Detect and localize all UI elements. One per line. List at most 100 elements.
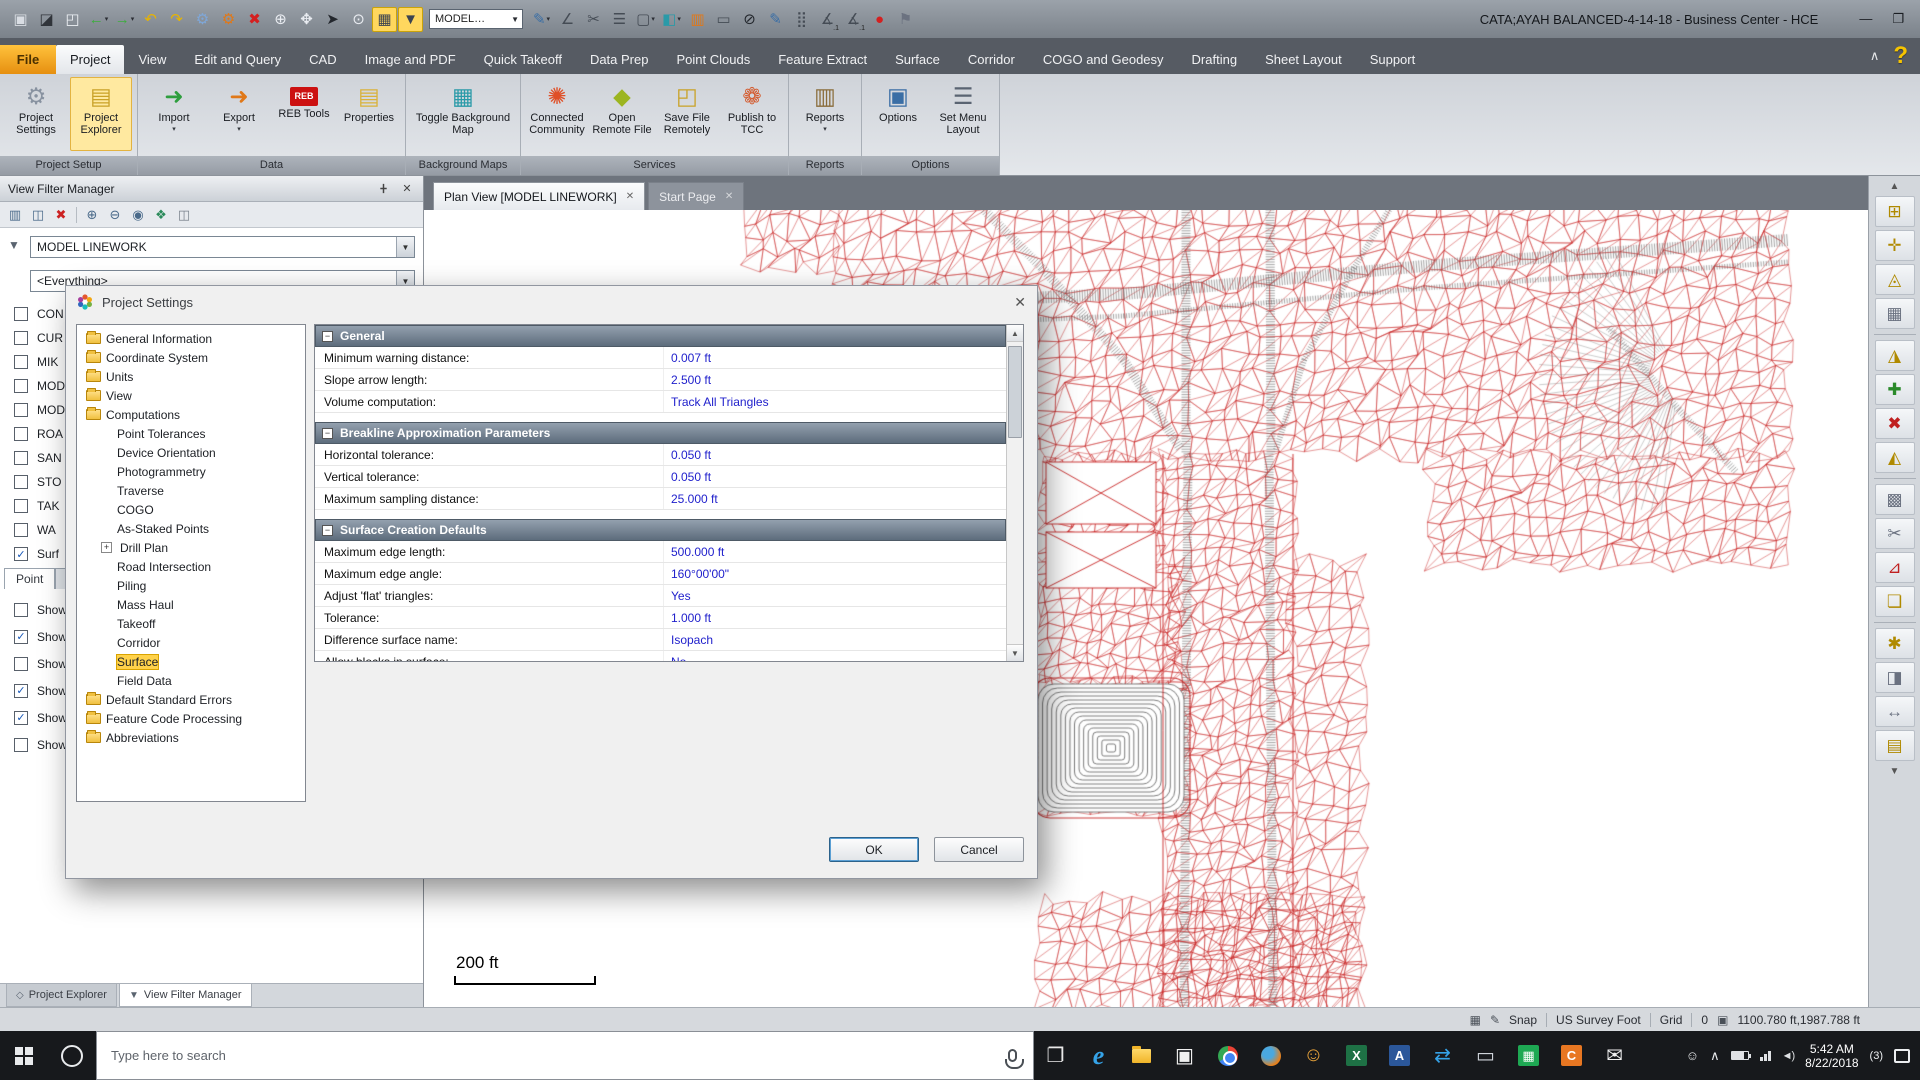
triangle-dot-icon[interactable]: ◬ <box>1875 264 1915 295</box>
collapse-ribbon-icon[interactable]: ∧ <box>1870 48 1880 64</box>
tree-item-coordinate-system[interactable]: Coordinate System <box>77 348 305 367</box>
ribbon-tab-surface[interactable]: Surface <box>881 45 954 74</box>
back-icon[interactable]: ↶ <box>138 7 163 32</box>
remote-desktop-icon[interactable]: ▭ <box>1464 1031 1507 1080</box>
checkbox[interactable] <box>14 499 28 513</box>
checkbox[interactable] <box>14 403 28 417</box>
volume-icon[interactable]: ◄) <box>1782 1050 1795 1062</box>
table-scrollbar[interactable]: ▲ ▼ <box>1006 325 1023 661</box>
new-project-icon[interactable]: ▣ <box>8 7 33 32</box>
ribbon-button-properties[interactable]: ▤Properties <box>338 77 400 151</box>
burst-icon[interactable]: ✱ <box>1875 628 1915 659</box>
battery-icon[interactable] <box>1731 1051 1749 1060</box>
ribbon-button-connected-community[interactable]: ✺Connected Community <box>526 77 588 151</box>
checkbox[interactable]: ✓ <box>14 547 28 561</box>
panel-tab-project-explorer[interactable]: ◇Project Explorer <box>6 984 117 1007</box>
view-filter-combo[interactable]: MODEL…▼ <box>429 9 523 29</box>
section-header-general[interactable]: −General <box>315 325 1006 347</box>
ribbon-tab-feature-extract[interactable]: Feature Extract <box>764 45 881 74</box>
setting-value[interactable]: 500.000 ft <box>663 541 1006 562</box>
tree-item-surface[interactable]: Surface <box>77 652 305 671</box>
ribbon-tab-drafting[interactable]: Drafting <box>1178 45 1252 74</box>
pan-icon[interactable]: ✥ <box>294 7 319 32</box>
ribbon-button-open-remote-file[interactable]: ◆Open Remote File <box>591 77 653 151</box>
store-icon[interactable]: ▣ <box>1163 1031 1206 1080</box>
keyin-list-icon[interactable]: ☰ <box>607 7 632 32</box>
checkbox[interactable] <box>14 657 28 671</box>
tree-item-photogrammetry[interactable]: Photogrammetry <box>77 462 305 481</box>
boundary-icon[interactable]: ❏ <box>1875 586 1915 617</box>
close-tab-icon[interactable]: ✕ <box>626 191 634 202</box>
firefox-icon[interactable] <box>1249 1031 1292 1080</box>
scroll-down-icon[interactable]: ▼ <box>1007 644 1023 661</box>
view-filter-toggle-icon[interactable]: ▦ <box>372 7 397 32</box>
tree-item-cogo[interactable]: COGO <box>77 500 305 519</box>
ribbon-button-project-settings[interactable]: ⚙Project Settings <box>5 77 67 151</box>
edit-icon[interactable]: ✎ <box>1490 1013 1500 1027</box>
setting-value[interactable]: Yes <box>663 585 1006 606</box>
ribbon-tab-support[interactable]: Support <box>1356 45 1430 74</box>
tree-item-general-information[interactable]: General Information <box>77 329 305 348</box>
tree-item-device-orientation[interactable]: Device Orientation <box>77 443 305 462</box>
save-icon[interactable]: ◰ <box>60 7 85 32</box>
tree-item-default-standard-errors[interactable]: Default Standard Errors <box>77 690 305 709</box>
grid-label[interactable]: Grid <box>1660 1013 1683 1027</box>
ribbon-tab-quick-takeoff[interactable]: Quick Takeoff <box>470 45 576 74</box>
ribbon-button-set-menu-layout[interactable]: ☰Set Menu Layout <box>932 77 994 151</box>
checkbox[interactable] <box>14 603 28 617</box>
delete-icon[interactable]: ✖ <box>242 7 267 32</box>
tree-item-road-intersection[interactable]: Road Intersection <box>77 557 305 576</box>
ribbon-button-export[interactable]: ➜Export▾ <box>208 77 270 151</box>
scroll-down-icon[interactable]: ▼ <box>1875 764 1915 778</box>
layers-icon[interactable]: ❖ <box>151 205 171 225</box>
measure-span-icon[interactable]: ↔ <box>1875 696 1915 727</box>
tree-item-field-data[interactable]: Field Data <box>77 671 305 690</box>
taskbar-search[interactable] <box>96 1031 1034 1080</box>
surface-grid-icon[interactable]: ⊞ <box>1875 196 1915 227</box>
chevron-down-icon[interactable]: ▼ <box>396 237 414 257</box>
checkbox[interactable]: ✓ <box>14 711 28 725</box>
ribbon-button-options[interactable]: ▣Options <box>867 77 929 151</box>
window-layout-icon[interactable]: ▢▾ <box>633 7 658 32</box>
snap-grid-icon[interactable]: ⣿ <box>789 7 814 32</box>
scroll-up-icon[interactable]: ▲ <box>1875 179 1915 193</box>
checkbox[interactable]: ✓ <box>14 630 28 644</box>
sheets-icon[interactable]: ▦ <box>1507 1031 1550 1080</box>
search-input[interactable] <box>111 1048 998 1063</box>
delete-filter-icon[interactable]: ✖ <box>51 205 71 225</box>
file-explorer-icon[interactable] <box>1120 1031 1163 1080</box>
ribbon-tab-data-prep[interactable]: Data Prep <box>576 45 663 74</box>
setting-value[interactable]: 0.050 ft <box>663 444 1006 465</box>
setting-value[interactable]: Track All Triangles <box>663 391 1006 412</box>
ribbon-button-reports[interactable]: ▥Reports▾ <box>794 77 856 151</box>
setting-value[interactable]: No <box>663 651 1006 661</box>
tree-item-traverse[interactable]: Traverse <box>77 481 305 500</box>
chrome-icon[interactable] <box>1206 1031 1249 1080</box>
setting-value[interactable]: 25.000 ft <box>663 488 1006 509</box>
new-filter-icon[interactable]: ▥ <box>5 205 25 225</box>
checkbox[interactable] <box>14 355 28 369</box>
monitor-icon[interactable]: ▭ <box>711 7 736 32</box>
checkbox[interactable] <box>14 307 28 321</box>
ribbon-tab-cad[interactable]: CAD <box>295 45 350 74</box>
ribbon-tab-view[interactable]: View <box>124 45 180 74</box>
dividers-icon[interactable]: ✂ <box>581 7 606 32</box>
ribbon-button-save-file-remotely[interactable]: ◰Save File Remotely <box>656 77 718 151</box>
tree-item-view[interactable]: View <box>77 386 305 405</box>
tree-item-as-staked-points[interactable]: As-Staked Points <box>77 519 305 538</box>
add-surface-icon[interactable]: ✛ <box>1875 230 1915 261</box>
cortana-button[interactable] <box>48 1031 96 1080</box>
checkbox[interactable] <box>14 451 28 465</box>
filter-funnel-icon[interactable]: ▼ <box>398 7 423 32</box>
panel-tab-view-filter-manager[interactable]: ▼View Filter Manager <box>119 984 252 1007</box>
microphone-icon[interactable] <box>1008 1049 1017 1062</box>
setting-value[interactable]: 0.050 ft <box>663 466 1006 487</box>
tray-user-icon[interactable]: ☺ <box>1686 1048 1699 1063</box>
levels-icon[interactable]: ▤ <box>1875 730 1915 761</box>
clock[interactable]: 5:42 AM 8/22/2018 <box>1805 1042 1858 1070</box>
ribbon-tab-file[interactable]: File <box>0 45 56 74</box>
gear-icon[interactable]: ⚙ <box>190 7 215 32</box>
angle-dms-icon[interactable]: ∡.1 <box>841 7 866 32</box>
expand-icon[interactable]: + <box>101 542 112 553</box>
ok-button[interactable]: OK <box>829 837 919 862</box>
